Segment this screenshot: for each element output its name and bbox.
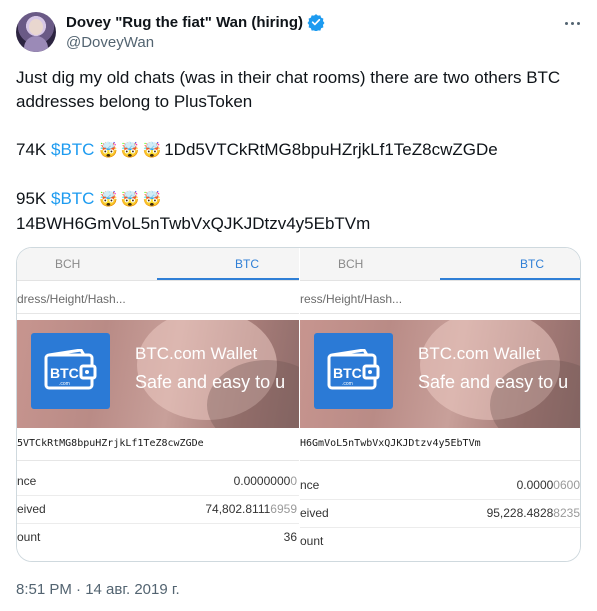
tweet-media[interactable]: BCH BTC dress/Height/Hash... BTC .com BT… xyxy=(16,247,581,562)
row-label: nce xyxy=(300,478,320,492)
cashtag-btc-link[interactable]: $BTC xyxy=(51,140,94,159)
row-label: ount xyxy=(300,534,324,548)
tweet: Dovey "Rug the fiat" Wan (hiring) @Dovey… xyxy=(0,0,597,611)
exploding-head-emoji-icon: 🤯🤯🤯 xyxy=(99,191,165,208)
wallet-address: H6GmVoL5nTwbVxQJKJDtzv4y5EbTVm xyxy=(300,438,481,449)
more-dot xyxy=(570,21,574,25)
wallet-banner: BTC .com BTC.com Wallet Safe and easy to… xyxy=(17,320,299,428)
wallet-icon: BTC .com xyxy=(327,349,380,390)
avatar[interactable] xyxy=(16,12,56,52)
svg-text:BTC: BTC xyxy=(50,365,79,381)
value-main: 95,228.4828 xyxy=(486,506,554,520)
btc-address-2: 14BWH6GmVoL5nTwbVxQJKJDtzv4y5EbTVm xyxy=(16,214,371,233)
tx-count-row: ount xyxy=(300,530,580,554)
tab-underline xyxy=(157,278,299,280)
svg-text:BTC: BTC xyxy=(333,365,362,381)
tweet-paragraph-3: 95K $BTC 🤯🤯🤯 14BWH6GmVoL5nTwbVxQJKJDtzv4y… xyxy=(16,187,581,236)
tx-count-row: ount 36 xyxy=(17,526,299,550)
svg-text:.com: .com xyxy=(59,381,70,387)
divider xyxy=(17,523,299,524)
banner-title: BTC.com Wallet xyxy=(418,344,541,363)
svg-text:.com: .com xyxy=(342,381,353,387)
tab-btc[interactable]: BTC xyxy=(520,257,544,271)
divider xyxy=(17,460,299,461)
banner-title: BTC.com Wallet xyxy=(135,344,258,363)
author-handle[interactable]: @DoveyWan xyxy=(66,34,154,51)
author-name-row: Dovey "Rug the fiat" Wan (hiring) xyxy=(66,13,325,32)
row-label: eived xyxy=(300,506,329,520)
btc-com-logo: BTC .com xyxy=(31,333,110,409)
divider xyxy=(17,495,299,496)
author-display-name[interactable]: Dovey "Rug the fiat" Wan (hiring) xyxy=(66,14,303,31)
wallet-address: 5VTCkRtMG8bpuHZrjkLf1TeZ8cwZGDe xyxy=(17,438,204,449)
search-placeholder: ress/Height/Hash... xyxy=(300,292,403,306)
tweet-text: Just dig my old chats (was in their chat… xyxy=(16,66,581,236)
tab-bch[interactable]: BCH xyxy=(55,257,80,271)
cashtag-btc-link[interactable]: $BTC xyxy=(51,189,94,208)
app-tabbar: BCH BTC xyxy=(300,248,580,281)
exploding-head-emoji-icon: 🤯🤯🤯 xyxy=(99,142,165,159)
btc-address-1: 1Dd5VTCkRtMG8bpuHZrjkLf1TeZ8cwZGDe xyxy=(164,140,498,159)
amount-95k: 95K xyxy=(16,189,51,208)
avatar-body xyxy=(24,36,48,52)
value-main: 36 xyxy=(283,530,297,544)
screenshot-right[interactable]: BCH BTC ress/Height/Hash... BTC .com BTC… xyxy=(300,248,580,561)
more-horizontal-icon xyxy=(564,21,568,25)
divider xyxy=(300,460,580,461)
app-tabbar: BCH BTC xyxy=(17,248,299,281)
divider xyxy=(300,499,580,500)
tweet-paragraph-2: 74K $BTC 🤯🤯🤯1Dd5VTCkRtMG8bpuHZrjkLf1TeZ8… xyxy=(16,138,581,163)
balance-row: nce 0.00000000 xyxy=(17,470,299,494)
tab-bch[interactable]: BCH xyxy=(338,257,363,271)
more-options-button[interactable] xyxy=(560,14,584,32)
btc-com-logo: BTC .com xyxy=(314,333,393,409)
search-placeholder: dress/Height/Hash... xyxy=(17,292,126,306)
value-fade: 0600 xyxy=(553,478,580,492)
row-value: 95,228.48288235 xyxy=(487,506,580,520)
value-fade: 0 xyxy=(290,474,297,488)
banner-subtitle: Safe and easy to u xyxy=(418,372,569,392)
value-main: 0.0000 xyxy=(516,478,554,492)
received-row: eived 95,228.48288235 xyxy=(300,502,580,526)
search-bar[interactable]: dress/Height/Hash... xyxy=(17,284,299,314)
row-value: 36 xyxy=(284,530,297,544)
verified-badge-icon xyxy=(307,13,325,32)
row-label: nce xyxy=(17,474,37,488)
search-bar[interactable]: ress/Height/Hash... xyxy=(300,284,580,314)
value-fade: 6959 xyxy=(270,502,297,516)
divider xyxy=(300,527,580,528)
value-fade: 8235 xyxy=(553,506,580,520)
tab-underline xyxy=(440,278,580,280)
value-main: 0.0000000 xyxy=(233,474,291,488)
tweet-timestamp[interactable]: 8:51 PM · 14 авг. 2019 г. xyxy=(16,581,180,598)
tab-btc[interactable]: BTC xyxy=(235,257,259,271)
value-main: 74,802.8111 xyxy=(205,502,271,516)
row-label: ount xyxy=(17,530,41,544)
row-label: eived xyxy=(17,502,46,516)
avatar-face xyxy=(29,19,43,35)
screenshot-left[interactable]: BCH BTC dress/Height/Hash... BTC .com BT… xyxy=(17,248,299,561)
wallet-icon: BTC .com xyxy=(44,349,97,390)
wallet-banner: BTC .com BTC.com Wallet Safe and easy to… xyxy=(300,320,580,428)
balance-row: nce 0.00000600 xyxy=(300,474,580,498)
row-value: 0.00000600 xyxy=(517,478,580,492)
amount-74k: 74K xyxy=(16,140,51,159)
tweet-paragraph-1: Just dig my old chats (was in their chat… xyxy=(16,68,561,111)
more-dot xyxy=(576,21,580,25)
banner-subtitle: Safe and easy to u xyxy=(135,372,286,392)
received-row: eived 74,802.81116959 xyxy=(17,498,299,522)
row-value: 74,802.81116959 xyxy=(205,502,297,516)
row-value: 0.00000000 xyxy=(234,474,297,488)
